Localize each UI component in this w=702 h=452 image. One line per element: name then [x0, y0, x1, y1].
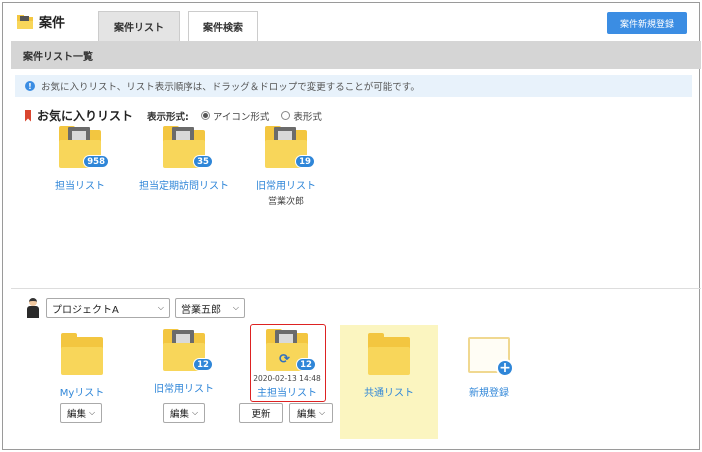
- user-avatar-icon: [25, 298, 41, 318]
- tab-case-list[interactable]: 案件リスト: [98, 11, 180, 41]
- radio-selected-icon: [200, 111, 210, 120]
- new-folder-icon: +: [468, 333, 514, 377]
- folder-icon: 12: [163, 329, 213, 371]
- sync-icon: ⟳: [279, 352, 290, 367]
- list-label[interactable]: 担当定期訪問リスト: [134, 177, 234, 192]
- section-title: 案件リスト一覧: [11, 41, 701, 69]
- list-label[interactable]: 旧常用リスト: [236, 177, 336, 192]
- list-label[interactable]: 新規登録: [439, 384, 539, 399]
- list-label[interactable]: 主担当リスト: [237, 384, 337, 399]
- owner-name: 営業次郎: [267, 197, 304, 207]
- radio-unselected-icon: [281, 111, 291, 120]
- folder-icon: [61, 333, 103, 375]
- edit-button[interactable]: 編集 ⌵: [163, 403, 205, 423]
- list-label[interactable]: 共通リスト: [339, 384, 439, 399]
- count-badge: 12: [193, 358, 213, 371]
- folder-icon: 958: [59, 126, 109, 168]
- project-item-shutanto[interactable]: ⟳ 12 2020-02-13 14:48 主担当リスト: [237, 329, 337, 399]
- page-title: 案件: [39, 16, 66, 31]
- case-folder-icon: [17, 14, 33, 29]
- project-item-kyujoyo[interactable]: 12 旧常用リスト: [134, 329, 234, 395]
- folder-icon: [368, 333, 410, 375]
- count-badge: 12: [296, 358, 316, 371]
- radio-table-format[interactable]: 表形式: [281, 109, 322, 123]
- update-button[interactable]: 更新: [239, 403, 283, 423]
- list-label[interactable]: 旧常用リスト: [134, 380, 234, 395]
- favorite-item-teiki[interactable]: 35 担当定期訪問リスト: [134, 126, 234, 192]
- radio-icon-format[interactable]: アイコン形式: [200, 109, 269, 123]
- section-divider: [11, 288, 701, 289]
- updated-timestamp: 2020-02-13 14:48: [253, 374, 321, 383]
- project-item-my-list[interactable]: Myリスト: [32, 333, 132, 399]
- count-badge: 35: [193, 155, 213, 168]
- count-badge: 19: [295, 155, 315, 168]
- favorites-title: お気に入りリスト: [37, 109, 134, 123]
- chevron-down-icon: ⌵: [191, 408, 199, 417]
- project-select[interactable]: プロジェクトA ⌵: [46, 298, 170, 318]
- info-icon: !: [25, 81, 35, 91]
- tab-case-search[interactable]: 案件検索: [188, 11, 258, 41]
- folder-icon: 19: [265, 126, 315, 168]
- edit-button[interactable]: 編集 ⌵: [60, 403, 102, 423]
- display-format-label: 表示形式:: [147, 111, 189, 123]
- favorites-header: お気に入りリスト 表示形式: アイコン形式 表形式: [25, 107, 322, 124]
- chevron-down-icon: ⌵: [88, 408, 96, 417]
- new-list-button[interactable]: + 新規登録: [439, 333, 539, 399]
- info-banner: ! お気に入りリスト、リスト表示順序は、ドラッグ＆ドロップで変更することが可能で…: [15, 75, 692, 97]
- chevron-down-icon: ⌵: [157, 303, 164, 312]
- favorite-item-kyujoyo[interactable]: 19 旧常用リスト 営業次郎: [236, 126, 336, 207]
- plus-icon: +: [496, 359, 514, 377]
- project-controls: プロジェクトA ⌵ 営業五郎 ⌵: [25, 298, 245, 318]
- count-badge: 958: [83, 155, 109, 168]
- chevron-down-icon: ⌵: [232, 303, 239, 312]
- folder-icon: 35: [163, 126, 213, 168]
- info-text: お気に入りリスト、リスト表示順序は、ドラッグ＆ドロップで変更することが可能です。: [41, 82, 420, 93]
- list-label[interactable]: 担当リスト: [30, 177, 130, 192]
- folder-icon: ⟳ 12: [266, 329, 316, 371]
- page-header: 案件: [17, 12, 65, 31]
- list-label[interactable]: Myリスト: [32, 384, 132, 399]
- edit-button[interactable]: 編集 ⌵: [289, 403, 333, 423]
- chevron-down-icon: ⌵: [318, 408, 326, 417]
- project-item-common[interactable]: 共通リスト: [339, 333, 439, 399]
- new-case-button[interactable]: 案件新規登録: [607, 12, 687, 34]
- favorite-item-tanto[interactable]: 958 担当リスト: [30, 126, 130, 192]
- user-select[interactable]: 営業五郎 ⌵: [175, 298, 245, 318]
- bookmark-icon: [25, 109, 31, 122]
